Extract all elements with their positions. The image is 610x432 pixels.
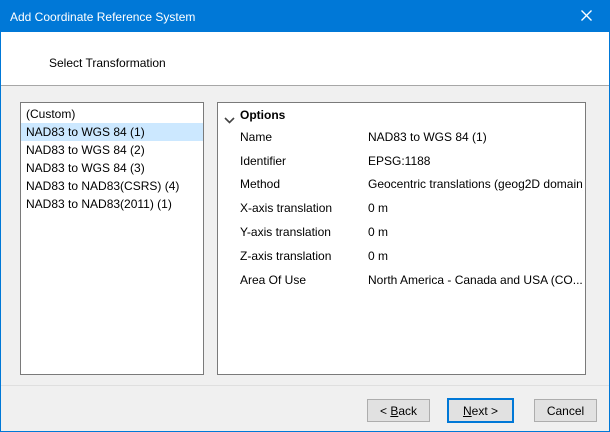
list-item-nad83-csrs-4[interactable]: NAD83 to NAD83(CSRS) (4) <box>21 177 203 195</box>
window-title: Add Coordinate Reference System <box>1 10 195 24</box>
cancel-button[interactable]: Cancel <box>534 399 597 422</box>
property-value: 0 m <box>368 201 583 215</box>
property-row-area-of-use: Area Of Use North America - Canada and U… <box>218 268 585 292</box>
list-item-nad83-wgs84-1[interactable]: NAD83 to WGS 84 (1) <box>21 123 203 141</box>
back-button[interactable]: < Back <box>367 399 430 422</box>
next-button-label: Next > <box>463 404 498 418</box>
titlebar: Add Coordinate Reference System <box>1 1 609 32</box>
back-button-label: < Back <box>380 404 417 418</box>
dialog-window: Add Coordinate Reference System Select T… <box>0 0 610 432</box>
wizard-step-title: Select Transformation <box>49 56 166 70</box>
property-label: Name <box>240 130 272 144</box>
list-item-nad83-2011-1[interactable]: NAD83 to NAD83(2011) (1) <box>21 195 203 213</box>
property-label: X-axis translation <box>240 201 332 215</box>
property-label: Method <box>240 177 280 191</box>
transformation-list[interactable]: (Custom) NAD83 to WGS 84 (1) NAD83 to WG… <box>20 102 204 375</box>
options-title: Options <box>240 108 285 122</box>
property-label: Z-axis translation <box>240 249 331 263</box>
main-content: (Custom) NAD83 to WGS 84 (1) NAD83 to WG… <box>1 87 609 386</box>
property-value: NAD83 to WGS 84 (1) <box>368 130 583 144</box>
property-value: Geocentric translations (geog2D domain) <box>368 177 583 191</box>
property-value: North America - Canada and USA (CO... <box>368 273 583 287</box>
close-button[interactable] <box>564 1 609 32</box>
property-row-identifier: Identifier EPSG:1188 <box>218 149 585 173</box>
button-bar: < Back Next > Cancel <box>1 385 609 431</box>
property-row-z-axis: Z-axis translation 0 m <box>218 244 585 268</box>
property-row-x-axis: X-axis translation 0 m <box>218 196 585 220</box>
cancel-button-label: Cancel <box>547 404 584 418</box>
close-icon <box>581 9 592 24</box>
wizard-header: Select Transformation <box>1 32 609 86</box>
property-row-y-axis: Y-axis translation 0 m <box>218 220 585 244</box>
list-item-nad83-wgs84-3[interactable]: NAD83 to WGS 84 (3) <box>21 159 203 177</box>
property-value: EPSG:1188 <box>368 154 583 168</box>
property-label: Y-axis translation <box>240 225 331 239</box>
property-label: Area Of Use <box>240 273 306 287</box>
list-item-nad83-wgs84-2[interactable]: NAD83 to WGS 84 (2) <box>21 141 203 159</box>
property-value: 0 m <box>368 225 583 239</box>
property-value: 0 m <box>368 249 583 263</box>
options-header[interactable]: Options <box>218 103 585 125</box>
property-row-method: Method Geocentric translations (geog2D d… <box>218 173 585 197</box>
next-button[interactable]: Next > <box>447 398 514 423</box>
list-item-custom[interactable]: (Custom) <box>21 105 203 123</box>
options-panel: Options Name NAD83 to WGS 84 (1) Identif… <box>217 102 586 375</box>
property-label: Identifier <box>240 154 286 168</box>
property-row-name: Name NAD83 to WGS 84 (1) <box>218 125 585 149</box>
